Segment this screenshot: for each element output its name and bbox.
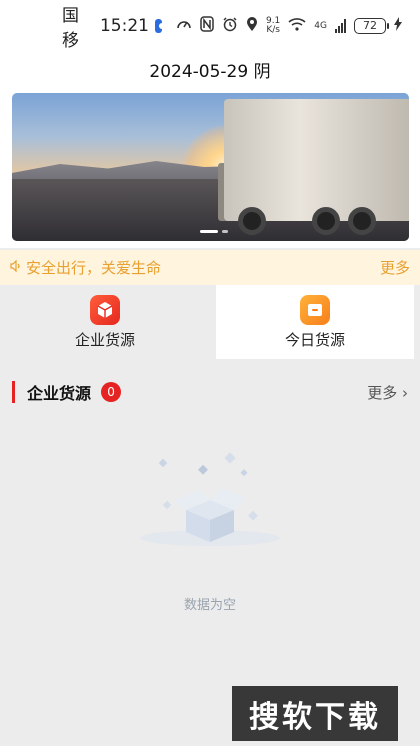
tab-label: 今日货源 (284, 330, 345, 349)
banner-wheel (238, 207, 266, 235)
network-type: 4G (314, 21, 327, 31)
count-badge: 0 (101, 382, 122, 402)
carousel-indicator (200, 230, 228, 233)
nfc-icon (200, 16, 214, 36)
section-header: 企业货源 0 更多 › (0, 372, 420, 412)
chevron-right-icon: › (402, 383, 408, 402)
charging-icon (394, 17, 402, 35)
location-icon (246, 16, 258, 36)
status-bar: 中国移动 15:21 9.1 K/s 4G 72 (0, 0, 420, 76)
empty-box-icon (140, 452, 280, 546)
section-title: 企业货源 (27, 384, 92, 403)
banner-section (0, 92, 420, 248)
app-notification-icon (154, 19, 165, 33)
date-header: 2024-05-29 阴 (0, 52, 420, 92)
tab-enterprise-source[interactable]: 企业货源 (0, 285, 210, 359)
notice-text: 安全出行，关爱生命 (26, 259, 162, 277)
wifi-icon (288, 17, 306, 35)
alarm-icon (222, 16, 238, 36)
network-speed: 9.1 K/s (266, 17, 280, 35)
carousel-dot-active[interactable] (200, 230, 218, 233)
source-tabs: 企业货源 今日货源 (0, 285, 420, 359)
banner-carousel[interactable] (12, 93, 409, 241)
date-label: 2024-05-29 (149, 62, 249, 82)
banner-truck-image (224, 99, 409, 221)
banner-wheel (312, 207, 340, 235)
carousel-dot[interactable] (222, 230, 228, 233)
empty-text: 数据为空 (183, 598, 236, 613)
section-more-link[interactable]: 更多 › (367, 382, 408, 403)
section-accent-bar (12, 381, 15, 403)
status-time: 15:21 (99, 16, 149, 36)
empty-state: 数据为空 (0, 440, 420, 620)
status-icons: 9.1 K/s 4G 72 (176, 16, 402, 36)
battery-level: 72 (363, 19, 377, 32)
watermark-logo: 搜软下载 (232, 686, 398, 741)
red-cube-icon (90, 294, 120, 325)
speedometer-icon (176, 16, 192, 36)
section-more-label: 更多 (367, 383, 398, 402)
watermark-text: 搜软下载 (249, 699, 381, 735)
banner-wheel (348, 207, 376, 235)
orange-box-icon (300, 294, 330, 325)
notice-more-link[interactable]: 更多 (380, 257, 410, 278)
weather-label: 阴 (253, 62, 271, 82)
speaker-icon (10, 259, 22, 276)
network-speed-unit: K/s (266, 25, 280, 35)
signal-icon (335, 19, 346, 33)
notice-bar: 安全出行，关爱生命 更多 (0, 250, 420, 285)
battery-icon: 72 (354, 18, 389, 34)
tab-label: 企业货源 (74, 330, 135, 349)
tab-today-source[interactable]: 今日货源 (216, 285, 414, 359)
